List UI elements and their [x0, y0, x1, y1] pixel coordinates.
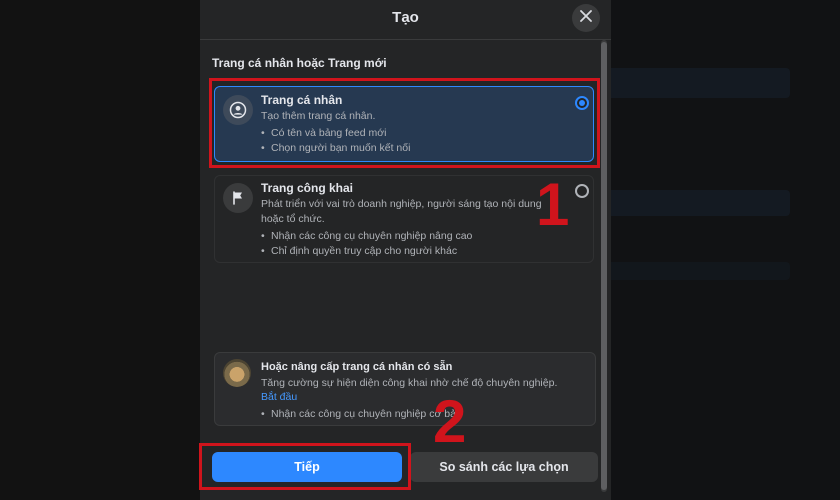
section-title: Trang cá nhân hoặc Trang mới [212, 56, 387, 70]
option-description: hoặc tổ chức. [261, 213, 325, 225]
option-bullet: Chỉ định quyền truy cập cho người khác [261, 245, 457, 257]
upgrade-profile-card: Hoặc nâng cấp trang cá nhân có sẵn Tăng … [214, 352, 596, 426]
dialog-title: Tạo [392, 9, 419, 26]
option-title: Trang công khai [261, 181, 354, 195]
step-number-2: 2 [433, 388, 467, 455]
get-started-link[interactable]: Bắt đầu [261, 391, 297, 403]
upgrade-description: Tăng cường sự hiện diện công khai nhờ ch… [261, 377, 558, 389]
background-left-panel [0, 0, 200, 500]
background-bar [605, 190, 790, 216]
flag-icon [223, 183, 253, 213]
close-button[interactable] [572, 4, 600, 32]
dialog-header: Tạo [200, 0, 611, 40]
radio-public-page[interactable] [575, 184, 589, 198]
step-number-1: 1 [536, 171, 570, 238]
highlight-box-personal [209, 78, 600, 168]
option-description: Phát triển với vai trò doanh nghiệp, ngư… [261, 198, 542, 210]
upgrade-title: Hoặc nâng cấp trang cá nhân có sẵn [261, 361, 453, 373]
compare-options-button[interactable]: So sánh các lựa chọn [410, 452, 598, 482]
scrollbar-thumb[interactable] [601, 42, 607, 490]
highlight-box-next [199, 443, 411, 490]
close-icon [580, 9, 592, 27]
create-dialog: Tạo Trang cá nhân hoặc Trang mới Trang c… [200, 0, 611, 500]
background-bar [605, 262, 790, 280]
avatar [223, 359, 251, 387]
background-bar [605, 68, 790, 98]
option-bullet: Nhận các công cụ chuyên nghiệp nâng cao [261, 230, 472, 242]
